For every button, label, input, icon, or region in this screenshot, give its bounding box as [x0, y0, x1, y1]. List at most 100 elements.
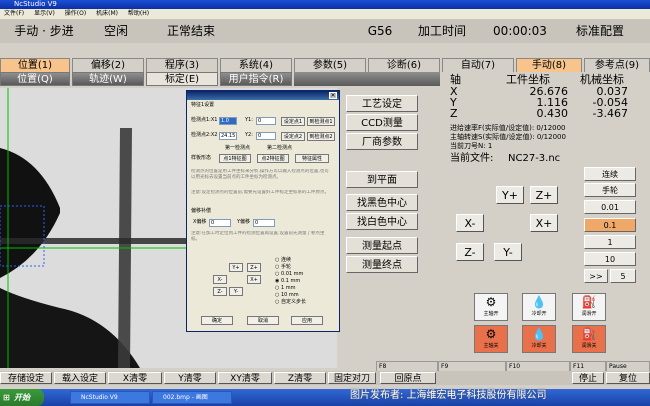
x-zero-button[interactable]: X清零	[108, 372, 162, 384]
jog-zminus-button[interactable]: Z-	[456, 243, 484, 261]
coolant-on-button[interactable]: 💧 冷却开	[522, 293, 556, 321]
subtab-calibrate[interactable]: 标定(E)	[146, 72, 218, 86]
radio-continuous[interactable]: ○ 连续	[275, 257, 291, 264]
tool-number-info: 当前刀号N: 1	[450, 142, 493, 150]
dialog-ok-button[interactable]: 确定	[201, 316, 233, 325]
radio-step-1[interactable]: ○ 1 mm	[275, 285, 295, 292]
menu-machine[interactable]: 机床(M)	[96, 10, 118, 17]
set-point1-button[interactable]: 设定点1	[281, 117, 305, 126]
tab-offset[interactable]: 偏移(2)	[72, 58, 144, 72]
pt2-x-input[interactable]: 24.15	[219, 132, 237, 140]
dialog-jog-zplus[interactable]: Z+	[247, 263, 261, 272]
home-button[interactable]: 回原点	[380, 372, 436, 384]
xy-zero-button[interactable]: XY清零	[218, 372, 272, 384]
tab-auto[interactable]: 自动(7)	[442, 58, 514, 72]
radio-step-01[interactable]: ◉ 0.1 mm	[275, 278, 300, 285]
spindle-on-label: 主轴开	[483, 311, 499, 317]
tab-system[interactable]: 系统(4)	[220, 58, 292, 72]
radio-step-10[interactable]: ○ 10 mm	[275, 292, 299, 299]
z-zero-button[interactable]: Z清零	[274, 372, 326, 384]
load-settings-button[interactable]: 载入设定	[54, 372, 106, 384]
point2-feature-button[interactable]: 点2特征图	[257, 154, 289, 163]
step-001-button[interactable]: 0.01	[584, 200, 636, 214]
current-file-name: NC27-3.nc	[508, 153, 561, 164]
jog-yplus-button[interactable]: Y+	[496, 186, 524, 204]
feature-property-button[interactable]: 特征属性	[295, 154, 329, 163]
hint-text-1: 检测点的位置是用工件坐标来分析,操作方可以输入检测点的位置,也可以用光标去设置当…	[191, 169, 329, 180]
jog-xminus-button[interactable]: X-	[456, 214, 484, 232]
y-offset-input[interactable]: 0	[253, 219, 275, 227]
step-1-button[interactable]: 1	[584, 235, 636, 249]
continuous-mode-button[interactable]: 连续	[584, 167, 636, 181]
dialog-jog-xminus[interactable]: X-	[213, 275, 227, 284]
vendor-params-button[interactable]: 厂商参数	[346, 133, 418, 150]
spindle-off-icon: ⚙	[485, 327, 497, 341]
measure-end-button[interactable]: 测量终点	[346, 256, 418, 273]
lube-icon: ⛽	[581, 295, 597, 309]
radio-custom-step[interactable]: ○ 自定义步长	[275, 299, 306, 306]
jog-xplus-button[interactable]: X+	[530, 214, 558, 232]
menu-help[interactable]: 帮助(H)	[128, 10, 149, 17]
handwheel-mode-button[interactable]: 手轮	[584, 183, 636, 197]
lube-on-button[interactable]: ⛽ 润滑开	[572, 293, 606, 321]
menu-file[interactable]: 文件(F)	[4, 10, 24, 17]
measure-start-button[interactable]: 测量起点	[346, 237, 418, 254]
task-paint[interactable]: 002.bmp - 画图	[152, 391, 232, 404]
spindle-on-button[interactable]: ⚙ 主轴开	[474, 293, 508, 321]
point1-feature-button[interactable]: 点1特征图	[219, 154, 251, 163]
start-button[interactable]: ⊞ 开始	[0, 389, 44, 406]
menu-view[interactable]: 显示(V)	[34, 10, 55, 17]
to-plane-button[interactable]: 到平面	[346, 171, 418, 188]
find-black-center-button[interactable]: 找黑色中心	[346, 194, 418, 211]
radio-handwheel[interactable]: ○ 手轮	[275, 264, 291, 271]
y-zero-button[interactable]: Y清零	[164, 372, 216, 384]
stop-button[interactable]: 停止	[572, 372, 604, 384]
subtab-trace[interactable]: 轨迹(W)	[72, 72, 144, 86]
coolant-off-icon: 💧	[531, 327, 547, 341]
goto-point2-button[interactable]: 到检测点2	[307, 132, 335, 141]
jog-zplus-button[interactable]: Z+	[530, 186, 558, 204]
dialog-cancel-button[interactable]: 取消	[247, 316, 279, 325]
dialog-jog-xplus[interactable]: X+	[247, 275, 261, 284]
radio-step-001[interactable]: ○ 0.01 mm	[275, 271, 303, 278]
ccd-measure-button[interactable]: CCD测量	[346, 114, 418, 131]
find-white-center-button[interactable]: 找白色中心	[346, 213, 418, 230]
process-settings-button[interactable]: 工艺设定	[346, 95, 418, 112]
tab-program[interactable]: 程序(3)	[146, 58, 218, 72]
dialog-close-button[interactable]: ✕	[329, 92, 337, 99]
subtab-position[interactable]: 位置(Q)	[0, 72, 70, 86]
dialog-jog-yminus[interactable]: Y-	[229, 287, 243, 296]
lube-off-icon: ⛽	[581, 327, 597, 341]
run-result: 正常结束	[166, 24, 215, 38]
tab-diagnose[interactable]: 诊断(6)	[368, 58, 440, 72]
more-steps-button[interactable]: >>	[584, 269, 608, 283]
jog-yminus-button[interactable]: Y-	[494, 243, 522, 261]
custom-step-value[interactable]: 5	[610, 269, 636, 283]
pt1-y-input[interactable]: 0	[256, 117, 276, 125]
tab-manual[interactable]: 手动(8)	[516, 58, 582, 72]
spindle-off-button[interactable]: ⚙ 主轴关	[474, 325, 508, 353]
tab-reference[interactable]: 参考点(9)	[584, 58, 650, 72]
fixed-tool-set-button[interactable]: 固定对刀	[328, 372, 376, 384]
goto-point1-button[interactable]: 到检测点1	[307, 117, 335, 126]
dialog-apply-button[interactable]: 应用	[291, 316, 323, 325]
coolant-off-button[interactable]: 💧 冷却关	[522, 325, 556, 353]
tab-params[interactable]: 参数(5)	[294, 58, 366, 72]
step-10-button[interactable]: 10	[584, 252, 636, 266]
step-01-button[interactable]: 0.1	[584, 218, 636, 232]
pt2-y-input[interactable]: 0	[256, 132, 276, 140]
coord-mach-z: -3.467	[592, 107, 628, 120]
lube-off-button[interactable]: ⛽ 润滑关	[572, 325, 606, 353]
tab-position[interactable]: 位置(1)	[0, 58, 70, 72]
pt1-x-input[interactable]: 1.0	[219, 117, 237, 125]
subtab-user-cmd[interactable]: 用户指令(R)	[220, 72, 292, 86]
mode-status: 手动 · 步进	[14, 24, 74, 38]
menu-operate[interactable]: 操作(O)	[65, 10, 86, 17]
dialog-jog-zminus[interactable]: Z-	[213, 287, 227, 296]
reset-button[interactable]: 复位	[606, 372, 650, 384]
set-point2-button[interactable]: 设定点2	[281, 132, 305, 141]
dialog-jog-yplus[interactable]: Y+	[229, 263, 243, 272]
x-offset-input[interactable]: 0	[209, 219, 231, 227]
task-ncstudio[interactable]: NcStudio V9	[70, 391, 150, 404]
save-settings-button[interactable]: 存储设定	[0, 372, 52, 384]
